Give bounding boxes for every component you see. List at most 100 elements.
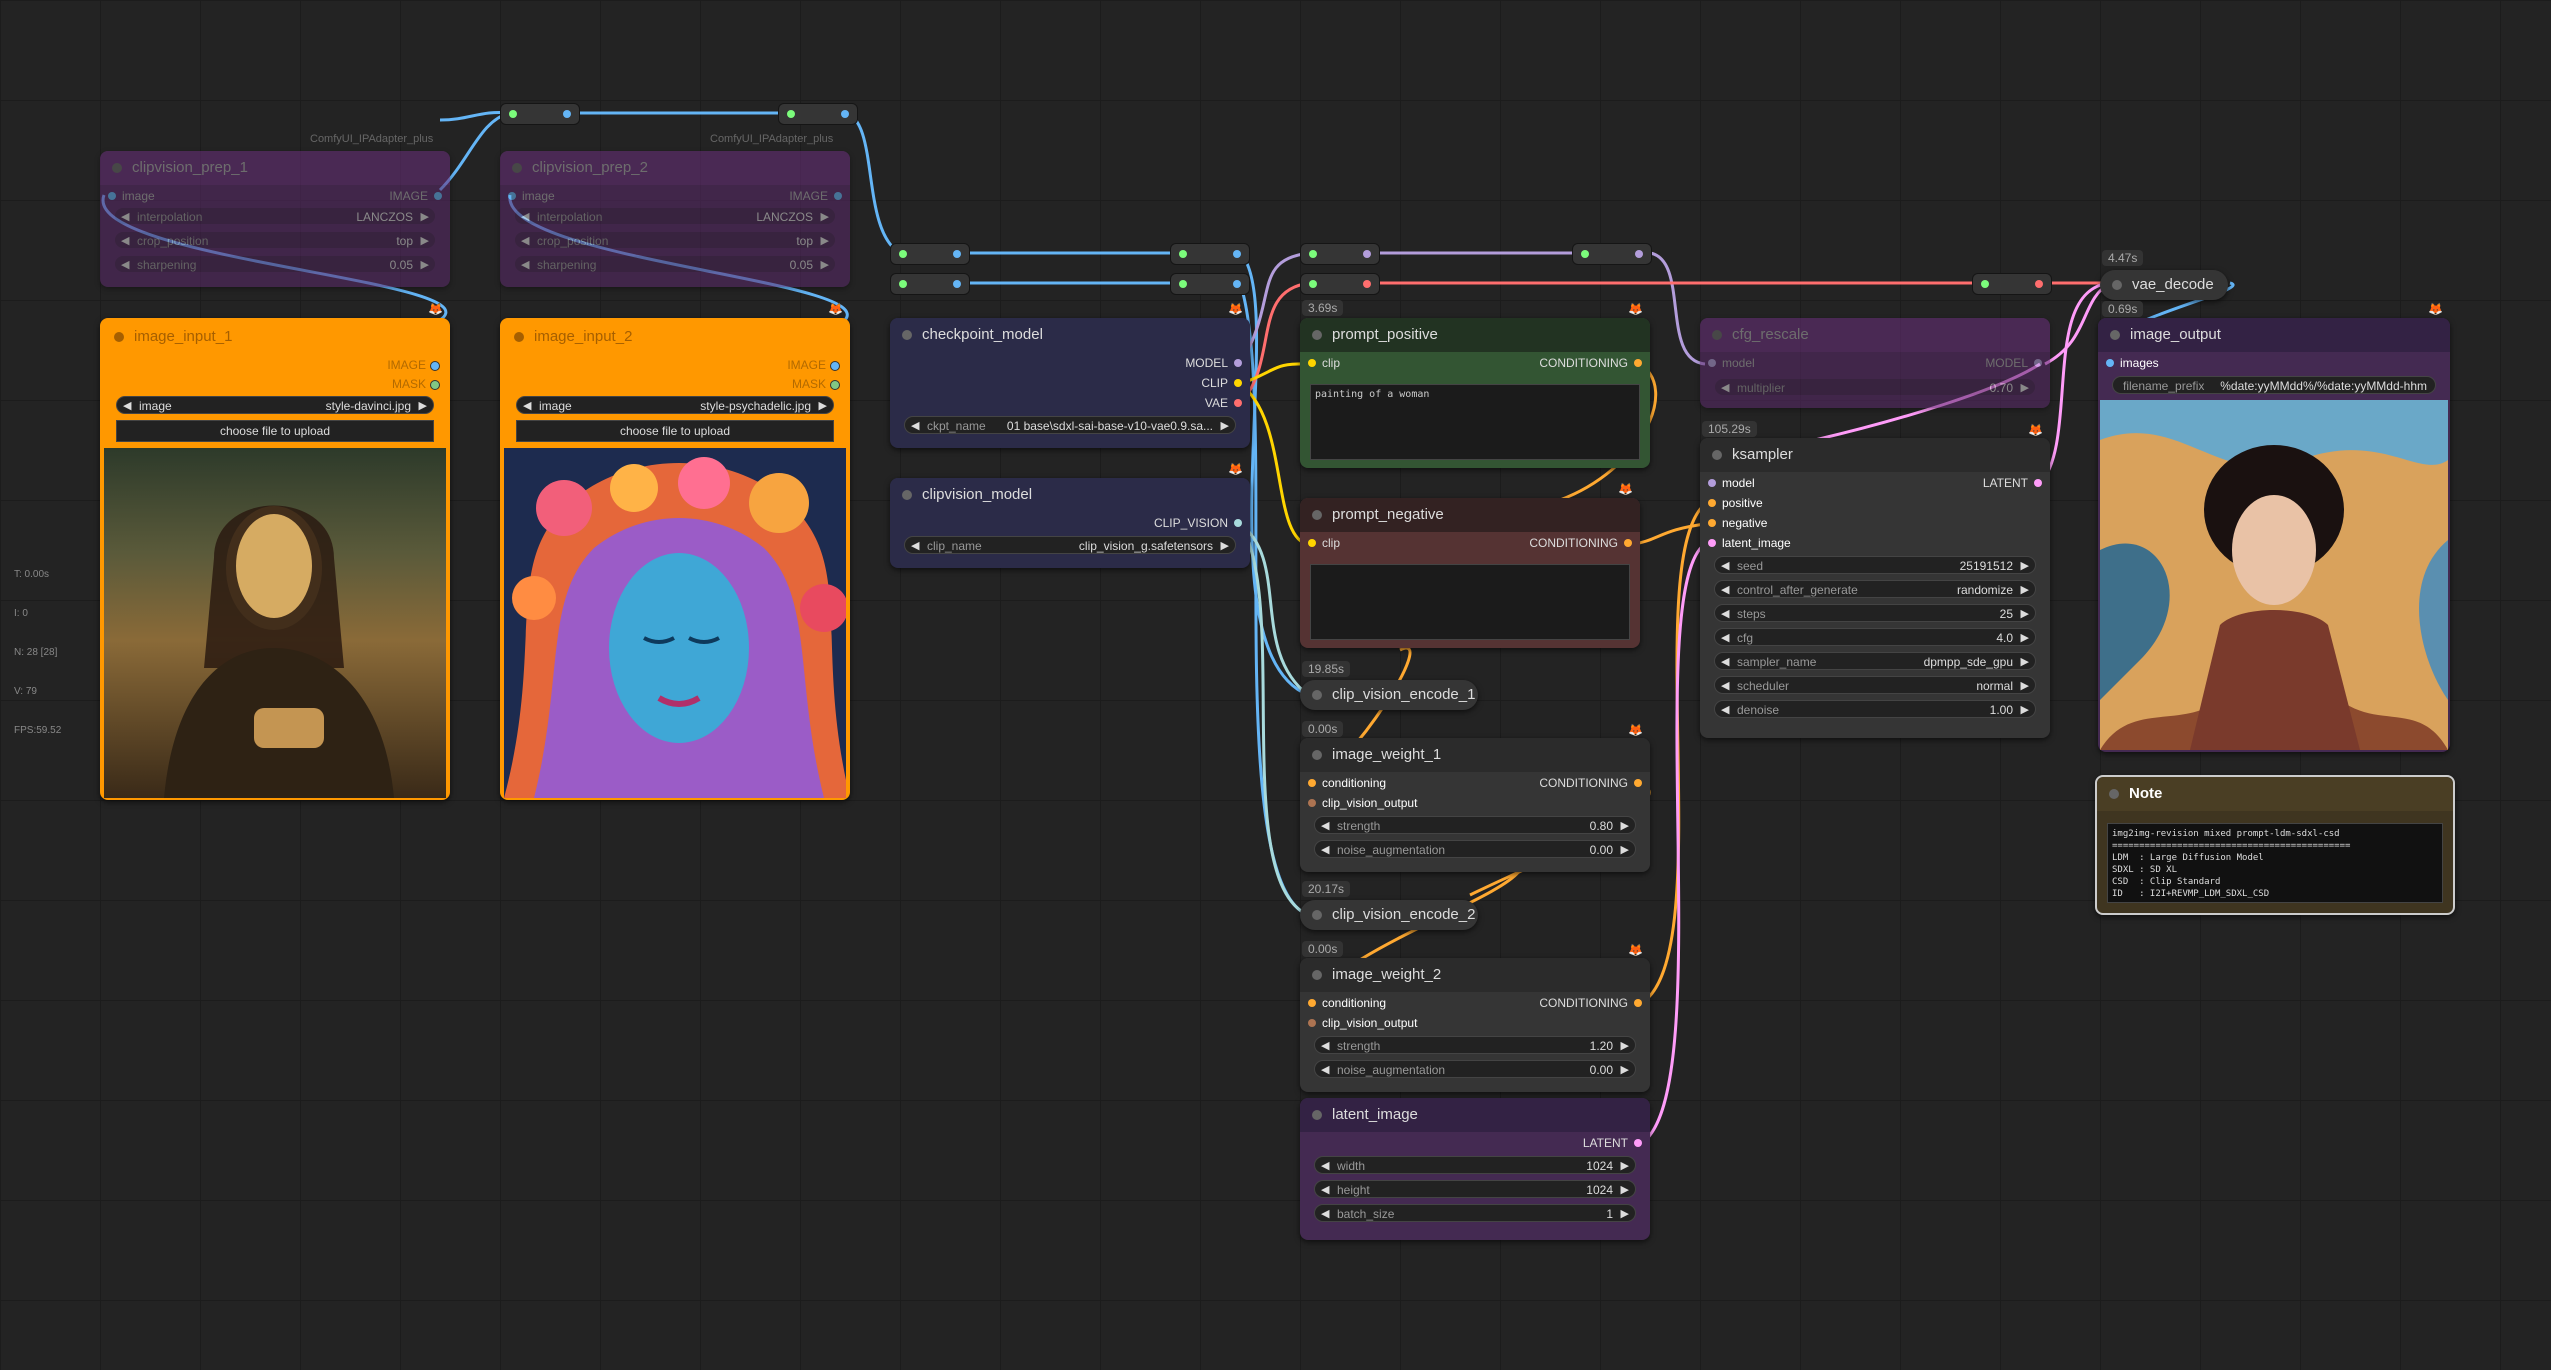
node-header[interactable]: image_input_1 (102, 320, 448, 354)
prompt-text-area[interactable]: painting of a woman (1310, 384, 1640, 460)
increment-arrow-icon[interactable]: ▶ (2021, 701, 2029, 717)
reroute-node[interactable] (778, 103, 858, 125)
decrement-arrow-icon[interactable]: ◀ (1321, 841, 1329, 857)
clipvision-prep-2-node[interactable]: clipvision_prep_2 image IMAGE ◀ interpola… (500, 151, 850, 287)
reroute-node[interactable] (1300, 273, 1380, 295)
input-slot-conditioning[interactable]: conditioning (1308, 774, 1386, 792)
output-slot-model[interactable]: MODEL (1185, 354, 1242, 372)
strength-widget[interactable]: ◀ strength 0.80 ▶ (1314, 816, 1636, 834)
input-slot-image[interactable]: image (108, 187, 155, 205)
slot-dot[interactable] (1234, 519, 1242, 527)
output-slot-clip[interactable]: CLIP (1201, 374, 1242, 392)
decrement-arrow-icon[interactable]: ◀ (521, 256, 529, 272)
node-header[interactable]: vae_decode (2100, 270, 2228, 300)
increment-arrow-icon[interactable]: ▶ (2021, 605, 2029, 621)
increment-arrow-icon[interactable]: ▶ (1621, 1181, 1629, 1197)
increment-arrow-icon[interactable]: ▶ (1621, 841, 1629, 857)
increment-arrow-icon[interactable]: ▶ (819, 397, 827, 413)
slot-dot[interactable] (830, 361, 840, 371)
slot-dot[interactable] (2034, 359, 2042, 367)
increment-arrow-icon[interactable]: ▶ (1621, 1205, 1629, 1221)
increment-arrow-icon[interactable]: ▶ (1621, 1037, 1629, 1053)
width-widget[interactable]: ◀ width 1024 ▶ (1314, 1156, 1636, 1174)
increment-arrow-icon[interactable]: ▶ (419, 397, 427, 413)
decrement-arrow-icon[interactable]: ◀ (1721, 653, 1729, 669)
decrement-arrow-icon[interactable]: ◀ (1321, 1205, 1329, 1221)
slot-dot[interactable] (1308, 1019, 1316, 1027)
output-slot-conditioning[interactable]: CONDITIONING (1539, 994, 1642, 1012)
image-output-node[interactable]: image_output images filename_prefix %date… (2098, 318, 2450, 752)
clip-name-widget[interactable]: ◀ clip_name clip_vision_g.safetensors ▶ (904, 536, 1236, 554)
input-slot-model[interactable]: model (1708, 354, 1755, 372)
slot-dot[interactable] (2106, 359, 2114, 367)
reroute-node[interactable] (890, 273, 970, 295)
reroute-node[interactable] (1972, 273, 2052, 295)
clip-vision-encode-2-node[interactable]: clip_vision_encode_2 (1300, 900, 1478, 930)
upload-button[interactable]: choose file to upload (116, 420, 434, 442)
decrement-arrow-icon[interactable]: ◀ (1721, 629, 1729, 645)
decrement-arrow-icon[interactable]: ◀ (1721, 557, 1729, 573)
node-collapse-dot[interactable] (1312, 510, 1322, 520)
reroute-output-dot[interactable] (563, 110, 571, 118)
prompt-negative-node[interactable]: prompt_negative clip CONDITIONING (1300, 498, 1640, 648)
node-collapse-dot[interactable] (112, 163, 122, 173)
input-slot-negative[interactable]: negative (1708, 514, 1767, 532)
checkpoint-model-node[interactable]: checkpoint_model MODEL CLIP VAE ◀ ckpt_na… (890, 318, 1250, 448)
prompt-positive-node[interactable]: prompt_positive clip CONDITIONING painti… (1300, 318, 1650, 468)
reroute-output-dot[interactable] (2035, 280, 2043, 288)
image-select-widget[interactable]: ◀ image style-psychadelic.jpg ▶ (516, 396, 834, 414)
noise-augmentation-widget[interactable]: ◀ noise_augmentation 0.00 ▶ (1314, 840, 1636, 858)
noise-augmentation-widget[interactable]: ◀ noise_augmentation 0.00 ▶ (1314, 1060, 1636, 1078)
slot-dot[interactable] (1308, 799, 1316, 807)
increment-arrow-icon[interactable]: ▶ (1221, 417, 1229, 433)
control-after-generate-widget[interactable]: ◀ control_after_generate randomize ▶ (1714, 580, 2036, 598)
output-slot-model[interactable]: MODEL (1985, 354, 2042, 372)
prompt-text-area[interactable] (1310, 564, 1630, 640)
reroute-input-dot[interactable] (787, 110, 795, 118)
scheduler-widget[interactable]: ◀ scheduler normal ▶ (1714, 676, 2036, 694)
increment-arrow-icon[interactable]: ▶ (2021, 557, 2029, 573)
increment-arrow-icon[interactable]: ▶ (821, 232, 829, 248)
node-collapse-dot[interactable] (514, 332, 524, 342)
decrement-arrow-icon[interactable]: ◀ (523, 397, 531, 413)
decrement-arrow-icon[interactable]: ◀ (911, 417, 919, 433)
ksampler-node[interactable]: ksampler model positive negative latent_… (1700, 438, 2050, 738)
slot-dot[interactable] (1308, 999, 1316, 1007)
node-header[interactable]: prompt_positive (1300, 318, 1650, 352)
node-header[interactable]: image_input_2 (502, 320, 848, 354)
input-slot-clip-vision-output[interactable]: clip_vision_output (1308, 1014, 1417, 1032)
increment-arrow-icon[interactable]: ▶ (421, 232, 429, 248)
slot-dot[interactable] (1634, 999, 1642, 1007)
decrement-arrow-icon[interactable]: ◀ (1721, 701, 1729, 717)
node-header[interactable]: image_weight_2 (1300, 958, 1650, 992)
node-header[interactable]: clipvision_model (890, 478, 1250, 512)
increment-arrow-icon[interactable]: ▶ (421, 208, 429, 224)
decrement-arrow-icon[interactable]: ◀ (1321, 1037, 1329, 1053)
seed-widget[interactable]: ◀ seed 25191512 ▶ (1714, 556, 2036, 574)
reroute-output-dot[interactable] (1363, 280, 1371, 288)
note-text-area[interactable]: img2img-revision mixed prompt-ldm-sdxl-c… (2107, 823, 2443, 903)
reroute-node[interactable] (890, 243, 970, 265)
reroute-output-dot[interactable] (953, 280, 961, 288)
node-collapse-dot[interactable] (1312, 970, 1322, 980)
output-slot-clip-vision[interactable]: CLIP_VISION (1154, 514, 1242, 532)
image-weight-2-node[interactable]: image_weight_2 conditioning clip_vision_… (1300, 958, 1650, 1092)
reroute-input-dot[interactable] (899, 250, 907, 258)
reroute-input-dot[interactable] (1981, 280, 1989, 288)
input-slot-clip-vision-output[interactable]: clip_vision_output (1308, 794, 1417, 812)
clipvision-model-node[interactable]: clipvision_model CLIP_VISION ◀ clip_name c… (890, 478, 1250, 568)
node-collapse-dot[interactable] (2112, 280, 2122, 290)
reroute-node[interactable] (500, 103, 580, 125)
decrement-arrow-icon[interactable]: ◀ (1721, 605, 1729, 621)
reroute-input-dot[interactable] (1179, 250, 1187, 258)
reroute-input-dot[interactable] (1581, 250, 1589, 258)
increment-arrow-icon[interactable]: ▶ (2021, 677, 2029, 693)
sharpening-widget[interactable]: ◀ sharpening 0.05 ▶ (514, 255, 836, 273)
node-header[interactable]: image_output (2098, 318, 2450, 352)
output-slot-vae[interactable]: VAE (1205, 394, 1242, 412)
input-slot-images[interactable]: images (2106, 354, 2159, 372)
increment-arrow-icon[interactable]: ▶ (1621, 817, 1629, 833)
steps-widget[interactable]: ◀ steps 25 ▶ (1714, 604, 2036, 622)
input-slot-positive[interactable]: positive (1708, 494, 1763, 512)
decrement-arrow-icon[interactable]: ◀ (521, 208, 529, 224)
